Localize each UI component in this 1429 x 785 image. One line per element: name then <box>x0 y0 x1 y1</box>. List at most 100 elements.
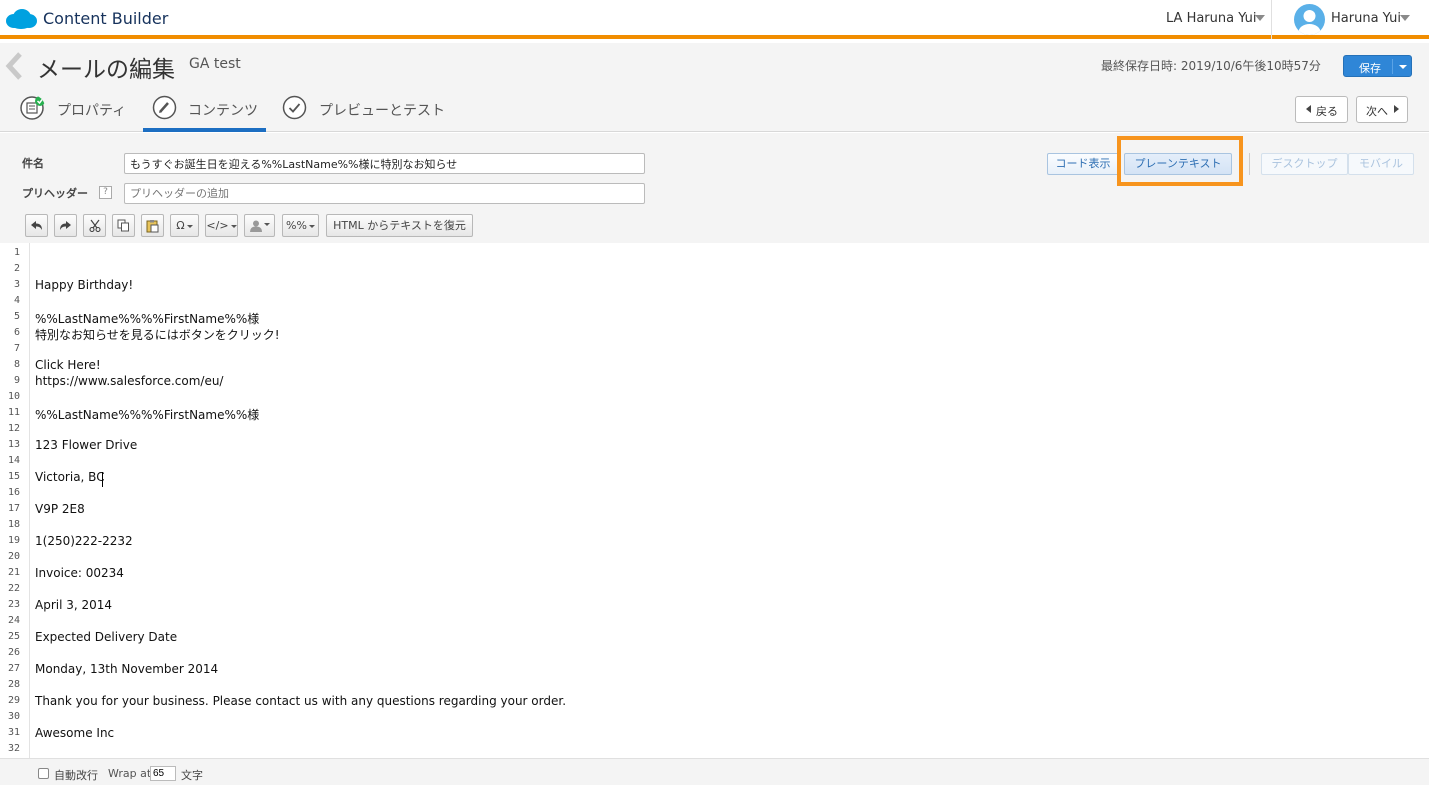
next-button[interactable]: 次へ <box>1356 96 1408 123</box>
back-chevron-icon[interactable] <box>4 51 26 81</box>
account-selector[interactable]: LA Haruna Yui <box>1166 11 1257 26</box>
line-number: 20 <box>7 551 20 562</box>
wrap-width-input[interactable] <box>150 766 176 781</box>
tab-preview-test[interactable]: プレビューとテスト <box>282 95 452 132</box>
subject-label: 件名 <box>22 157 44 170</box>
undo-button[interactable] <box>25 214 48 237</box>
code-line[interactable]: April 3, 2014 <box>35 598 112 612</box>
page-header: メールの編集 GA test 最終保存日時: 2019/10/6午後10時57分… <box>0 43 1429 132</box>
help-icon[interactable]: ? <box>99 186 112 199</box>
chevron-right-icon <box>1394 105 1399 113</box>
code-line[interactable]: V9P 2E8 <box>35 502 85 516</box>
line-number: 13 <box>7 439 20 450</box>
properties-check-icon <box>20 96 45 120</box>
checkmark-icon <box>282 95 307 120</box>
save-dropdown-icon[interactable] <box>1399 65 1407 69</box>
user-menu[interactable]: Haruna Yui <box>1331 11 1401 26</box>
code-view-button[interactable]: コード表示 <box>1047 153 1119 175</box>
tab-content[interactable]: コンテンツ <box>143 95 266 132</box>
line-number: 16 <box>7 487 20 498</box>
line-number: 21 <box>7 567 20 578</box>
code-line[interactable]: %%LastName%%%%FirstName%%様 <box>35 406 259 423</box>
code-line[interactable]: 特別なお知らせを見るにはボタンをクリック! <box>35 326 280 343</box>
redo-icon <box>60 221 71 230</box>
code-line[interactable]: Awesome Inc <box>35 726 114 740</box>
code-line[interactable]: Invoice: 00234 <box>35 566 124 580</box>
email-name: GA test <box>189 56 241 72</box>
avatar[interactable] <box>1294 4 1325 35</box>
divider <box>1392 59 1393 74</box>
desktop-view-button[interactable]: デスクトップ <box>1261 153 1348 175</box>
divider <box>1271 0 1272 39</box>
paste-button[interactable] <box>141 214 164 237</box>
line-number: 27 <box>7 663 20 674</box>
top-bar: Content Builder LA Haruna Yui Haruna Yui <box>0 0 1429 39</box>
percent-icon: %% <box>286 219 307 232</box>
back-button[interactable]: 戻る <box>1295 96 1348 123</box>
code-line[interactable]: Monday, 13th November 2014 <box>35 662 218 676</box>
line-number: 10 <box>7 391 20 402</box>
chevron-down-icon[interactable] <box>1400 15 1410 21</box>
line-number: 6 <box>13 327 20 338</box>
preheader-input[interactable] <box>124 183 645 204</box>
line-number: 9 <box>13 375 20 386</box>
line-number: 8 <box>13 359 20 370</box>
restore-from-html-button[interactable]: HTML からテキストを復元 <box>326 214 473 237</box>
subject-input[interactable] <box>124 153 645 174</box>
preheader-label: プリヘッダー <box>22 187 88 200</box>
line-number: 18 <box>7 519 20 530</box>
last-saved-status: 最終保存日時: 2019/10/6午後10時57分 <box>1101 59 1321 73</box>
wrap-unit-label: 文字 <box>181 769 203 782</box>
special-char-dropdown[interactable]: Ω <box>170 214 199 237</box>
chevron-down-icon <box>263 222 270 226</box>
attribute-dropdown[interactable]: %% <box>282 214 319 237</box>
code-line[interactable]: Expected Delivery Date <box>35 630 177 644</box>
wrap-at-label: Wrap at <box>108 767 152 780</box>
save-button[interactable]: 保存 <box>1343 55 1412 77</box>
code-line[interactable]: 123 Flower Drive <box>35 438 137 452</box>
line-number: 5 <box>13 311 20 322</box>
line-number: 1 <box>13 247 20 258</box>
chevron-down-icon <box>308 224 315 228</box>
line-number: 4 <box>13 295 20 306</box>
copy-icon <box>117 219 129 232</box>
personalization-dropdown[interactable] <box>244 214 275 237</box>
code-dropdown[interactable]: </> <box>205 214 238 237</box>
undo-icon <box>31 221 42 230</box>
redo-button[interactable] <box>54 214 77 237</box>
autowrap-checkbox[interactable] <box>38 768 49 779</box>
line-number: 14 <box>7 455 20 466</box>
code-line[interactable]: 1(250)222-2232 <box>35 534 133 548</box>
code-line[interactable]: Happy Birthday! <box>35 278 133 292</box>
code-line[interactable]: Click Here! <box>35 358 101 372</box>
tab-label: プレビューとテスト <box>319 103 445 119</box>
mobile-view-button[interactable]: モバイル <box>1348 153 1414 175</box>
autowrap-label: 自動改行 <box>54 769 98 782</box>
line-number: 3 <box>13 279 20 290</box>
divider <box>1249 153 1250 175</box>
save-label: 保存 <box>1359 62 1381 75</box>
cut-button[interactable] <box>83 214 106 237</box>
app-title[interactable]: Content Builder <box>43 9 168 28</box>
plain-text-editor[interactable]: 1 2 3 4 5 6 7 8 9 10 11 12 13 14 15 16 17 18 19 20 21 22 23 24 2… <box>0 243 1429 758</box>
line-number: 19 <box>7 535 20 546</box>
code-line[interactable]: %%LastName%%%%FirstName%%様 <box>35 310 259 327</box>
code-line[interactable]: Victoria, BC <box>35 470 105 484</box>
paste-icon <box>146 220 159 233</box>
personalization-icon <box>249 220 262 232</box>
line-number: 12 <box>7 423 20 434</box>
line-number: 29 <box>7 695 20 706</box>
line-number-gutter: 1 2 3 4 5 6 7 8 9 10 11 12 13 14 15 16 17 18 19 20 21 22 23 24 2… <box>0 243 30 758</box>
line-number: 17 <box>7 503 20 514</box>
pencil-icon <box>152 95 177 120</box>
line-number: 31 <box>7 727 20 738</box>
code-line[interactable]: Thank you for your business. Please cont… <box>35 694 566 708</box>
copy-button[interactable] <box>112 214 135 237</box>
salesforce-cloud-icon <box>6 9 37 29</box>
chevron-down-icon[interactable] <box>1255 15 1265 21</box>
editor-footer: 自動改行 Wrap at 文字 <box>0 758 1429 785</box>
chevron-left-icon <box>1306 105 1311 113</box>
tab-properties[interactable]: プロパティ <box>20 95 135 132</box>
back-label: 戻る <box>1316 105 1338 118</box>
code-line[interactable]: https://www.salesforce.com/eu/ <box>35 374 223 388</box>
